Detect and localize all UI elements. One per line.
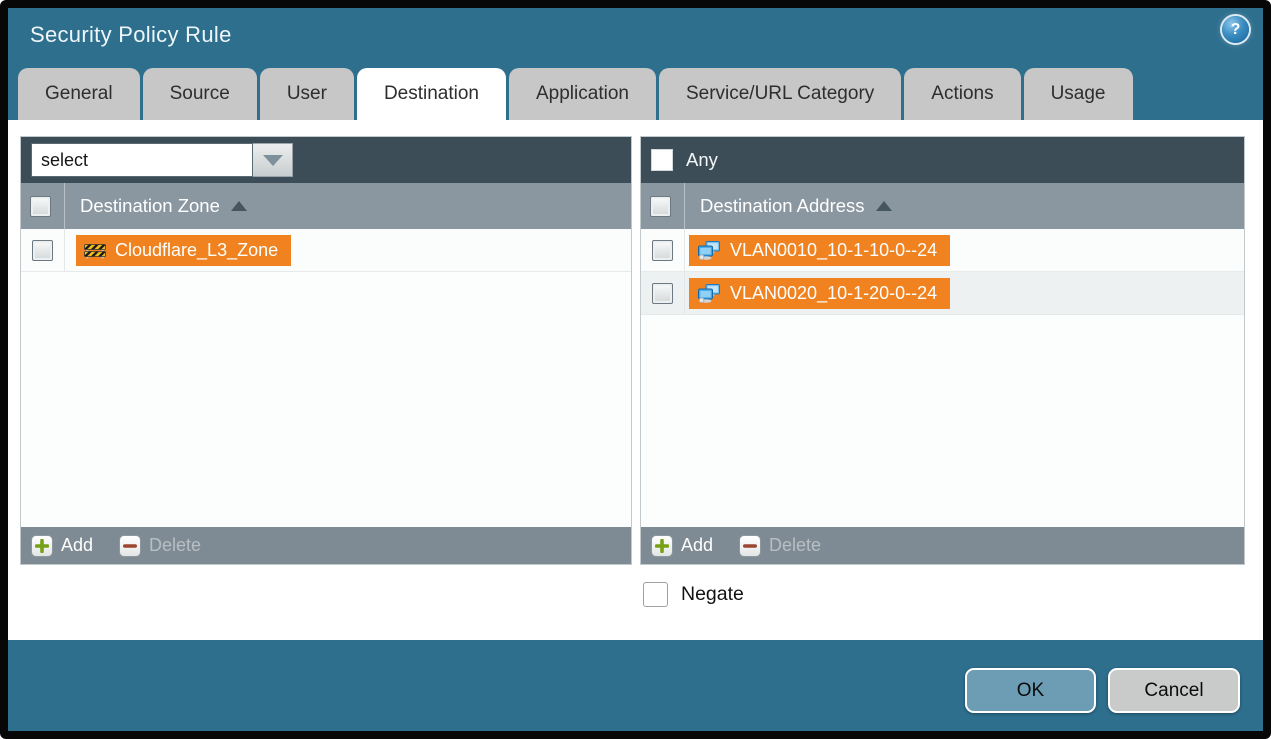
negate-label: Negate [681,583,744,606]
zone-select-all-checkbox[interactable] [30,196,51,217]
add-label: Add [61,535,93,556]
address-row[interactable]: VLAN0010_10-1-10-0--24 [641,229,1244,272]
tab-row: General Source User Destination Applicat… [18,68,1136,120]
address-rows: VLAN0010_10-1-10-0--24 [641,229,1244,527]
chevron-down-icon [263,155,283,166]
any-bar: Any [641,137,1244,183]
address-row-checkbox[interactable] [652,283,673,304]
address-row-checkbox[interactable] [652,240,673,261]
content-area: select Destination Zone [8,120,1263,640]
zone-row[interactable]: Cloudflare_L3_Zone [21,229,631,272]
destination-address-panel: Any Destination Address [640,136,1245,565]
zone-add-button[interactable]: Add [31,535,93,557]
any-checkbox[interactable] [651,149,673,171]
delete-label: Delete [769,535,821,556]
address-icon [697,241,721,260]
zone-delete-button[interactable]: Delete [119,535,201,557]
tab-actions[interactable]: Actions [904,68,1020,120]
column-separator [684,183,685,229]
delete-label: Delete [149,535,201,556]
zone-tag[interactable]: Cloudflare_L3_Zone [76,235,291,266]
zone-row-label: Cloudflare_L3_Zone [115,240,278,261]
tab-label: Application [536,83,629,105]
negate-checkbox[interactable] [643,582,668,607]
zone-column-header[interactable]: Destination Zone [21,183,631,229]
address-column-header[interactable]: Destination Address [641,183,1244,229]
tab-label: Actions [931,83,993,105]
zone-row-checkbox[interactable] [32,240,53,261]
address-select-all-checkbox[interactable] [650,196,671,217]
destination-zone-panel: select Destination Zone [20,136,632,565]
minus-icon [739,535,761,557]
ok-button[interactable]: OK [965,668,1096,713]
sort-ascending-icon [231,201,247,211]
plus-icon [651,535,673,557]
zone-rows: Cloudflare_L3_Zone [21,229,631,527]
zone-footer: Add Delete [21,527,631,564]
address-row-label: VLAN0010_10-1-10-0--24 [730,240,937,261]
address-tag[interactable]: VLAN0020_10-1-20-0--24 [689,278,950,309]
tab-label: Source [170,83,230,105]
help-glyph: ? [1231,21,1241,39]
minus-icon [119,535,141,557]
tab-label: Service/URL Category [686,83,874,105]
zone-filter-combo: select [31,143,293,177]
cancel-button[interactable]: Cancel [1108,668,1240,713]
address-row-label: VLAN0020_10-1-20-0--24 [730,283,937,304]
address-column-header-label: Destination Address [700,195,865,217]
tab-usage[interactable]: Usage [1024,68,1133,120]
tab-application[interactable]: Application [509,68,656,120]
tab-label: Usage [1051,83,1106,105]
dialog-title: Security Policy Rule [30,22,232,48]
tab-destination[interactable]: Destination [357,68,506,120]
add-label: Add [681,535,713,556]
row-checkbox-cell [641,272,685,314]
tab-general[interactable]: General [18,68,140,120]
any-label: Any [686,149,718,171]
help-icon[interactable]: ? [1222,16,1249,43]
security-policy-rule-dialog: Security Policy Rule ? General Source Us… [0,0,1271,739]
tab-service-url-category[interactable]: Service/URL Category [659,68,901,120]
tab-label: User [287,83,327,105]
ok-button-label: OK [1017,680,1044,702]
row-checkbox-cell [21,229,65,271]
cancel-button-label: Cancel [1144,680,1203,702]
address-add-button[interactable]: Add [651,535,713,557]
address-icon [697,284,721,303]
column-separator [64,183,65,229]
zone-filter-input[interactable]: select [31,143,253,177]
row-checkbox-cell [641,229,685,271]
address-row[interactable]: VLAN0020_10-1-20-0--24 [641,272,1244,315]
zone-icon [84,242,106,259]
title-bar: Security Policy Rule ? [8,8,1263,68]
tab-source[interactable]: Source [143,68,257,120]
zone-filter-dropdown-button[interactable] [253,143,293,177]
zone-column-header-label: Destination Zone [80,195,220,217]
address-delete-button[interactable]: Delete [739,535,821,557]
address-tag[interactable]: VLAN0010_10-1-10-0--24 [689,235,950,266]
address-footer: Add Delete [641,527,1244,564]
zone-filter-value: select [41,150,88,171]
sort-ascending-icon [876,201,892,211]
tab-label: Destination [384,83,479,105]
tab-label: General [45,83,113,105]
tab-user[interactable]: User [260,68,354,120]
zone-filter-bar: select [21,137,631,183]
negate-row: Negate [643,582,744,607]
plus-icon [31,535,53,557]
